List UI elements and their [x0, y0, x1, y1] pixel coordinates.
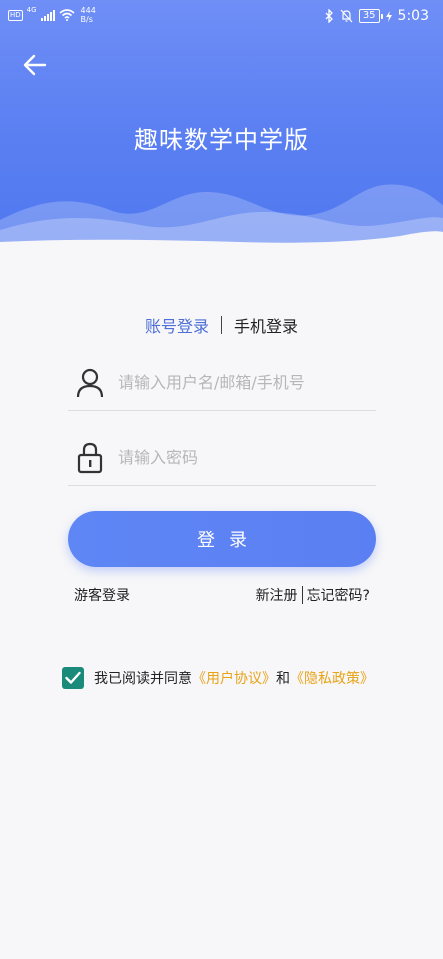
- speed-unit: B/s: [80, 15, 93, 24]
- app-title: 趣味数学中学版: [134, 126, 309, 154]
- charging-icon: [385, 10, 392, 22]
- agreement-row: 我已阅读并同意 《用户协议》 和 《隐私政策》: [62, 667, 374, 689]
- lock-icon: [70, 438, 110, 478]
- mute-bell-icon: [340, 9, 353, 23]
- register-link[interactable]: 新注册: [256, 585, 298, 605]
- signal-icon: [40, 9, 55, 21]
- password-field: [68, 430, 376, 486]
- username-field: [68, 355, 376, 411]
- tab-account-login[interactable]: 账号登录: [145, 313, 209, 337]
- header-banner: HD 4G 444 B/s 35 5:03 趣味数学中学版: [0, 0, 443, 250]
- checkmark-icon: [65, 671, 81, 684]
- tab-phone-login[interactable]: 手机登录: [234, 313, 298, 337]
- battery-indicator: 35: [358, 9, 383, 23]
- wifi-icon: [59, 9, 75, 21]
- network-type: 4G: [26, 6, 37, 14]
- speed-value: 444: [80, 6, 96, 15]
- auth-links: 游客登录 新注册 忘记密码?: [74, 585, 370, 605]
- hd-indicator: HD: [8, 9, 23, 21]
- agreement-checkbox[interactable]: [62, 667, 84, 689]
- clock: 5:03: [397, 8, 429, 24]
- privacy-policy-link[interactable]: 《隐私政策》: [290, 668, 374, 688]
- link-divider: [301, 586, 303, 604]
- agreement-prefix: 我已阅读并同意: [94, 671, 192, 687]
- password-input[interactable]: [118, 448, 358, 467]
- tab-divider: [221, 316, 222, 334]
- bluetooth-icon: [325, 9, 333, 23]
- login-tabs: 账号登录 手机登录: [0, 313, 443, 337]
- forgot-password-link[interactable]: 忘记密码?: [307, 585, 370, 605]
- arrow-left-icon: [23, 54, 47, 76]
- back-button[interactable]: [20, 50, 50, 80]
- wave-decoration: [0, 184, 443, 250]
- username-input[interactable]: [118, 373, 358, 392]
- guest-login-link[interactable]: 游客登录: [74, 585, 130, 605]
- network-speed: 444 B/s: [81, 6, 96, 24]
- agreement-and: 和: [276, 671, 290, 687]
- status-bar: HD 4G 444 B/s 35 5:03: [0, 0, 443, 32]
- login-button[interactable]: 登录: [68, 511, 376, 567]
- user-icon: [70, 363, 110, 403]
- user-agreement-link[interactable]: 《用户协议》: [192, 668, 276, 688]
